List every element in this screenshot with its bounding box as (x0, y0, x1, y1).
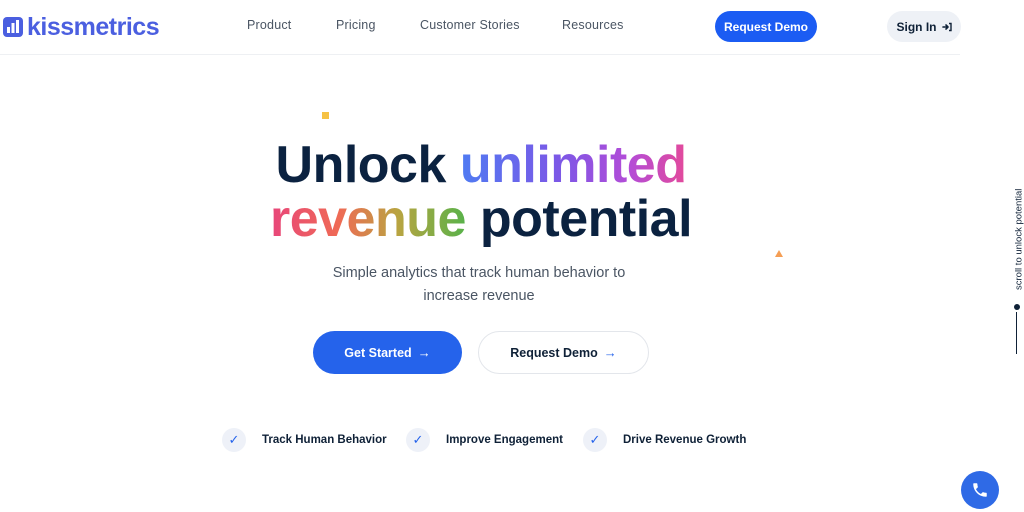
feature-track-human-behavior: ✓ Track Human Behavior (222, 428, 387, 452)
hero-subtitle-line-2: increase revenue (423, 288, 535, 304)
nav-link-pricing[interactable]: Pricing (336, 18, 376, 32)
scroll-indicator-line (1016, 312, 1017, 354)
scroll-hint[interactable]: scroll to unlock potential (1012, 180, 1024, 298)
sign-in-button[interactable]: Sign In (887, 11, 961, 42)
hero-subtitle-line-1: Simple analytics that track human behavi… (332, 265, 626, 281)
brand-logo[interactable]: kissmetrics (3, 12, 160, 42)
hero-request-demo-button[interactable]: Request Demo → (478, 331, 649, 374)
get-started-button[interactable]: Get Started → (313, 331, 462, 374)
hero-title-potential: potential (479, 190, 693, 248)
request-demo-button[interactable]: Request Demo (715, 11, 817, 42)
nav-link-resources[interactable]: Resources (562, 18, 624, 32)
hero-request-demo-label: Request Demo (510, 345, 598, 360)
decorative-triangle (775, 250, 783, 257)
brand-name: kissmetrics (27, 12, 160, 41)
feature-improve-engagement: ✓ Improve Engagement (406, 428, 563, 452)
hero-title-unlock: Unlock (275, 136, 447, 194)
hero-title-unlimited: unlimited (459, 136, 687, 194)
hero-title-revenue: revenue (269, 190, 466, 248)
request-demo-label: Request Demo (723, 19, 809, 34)
arrow-right-icon: → (417, 345, 431, 360)
arrow-right-icon: → (603, 345, 617, 360)
check-icon: ✓ (583, 428, 607, 452)
feature-label: Improve Engagement (446, 434, 563, 446)
hero-subtitle: Simple analytics that track human behavi… (300, 262, 658, 308)
phone-call-button[interactable] (961, 471, 999, 509)
decorative-square (322, 112, 329, 119)
feature-drive-revenue-growth: ✓ Drive Revenue Growth (583, 428, 746, 452)
nav-link-customer-stories[interactable]: Customer Stories (420, 18, 520, 32)
nav-link-product[interactable]: Product (247, 18, 291, 32)
check-icon: ✓ (406, 428, 430, 452)
sign-in-label: Sign In (896, 19, 937, 34)
feature-label: Drive Revenue Growth (623, 434, 747, 446)
hero-title-line-2: revenue potential (0, 191, 962, 247)
hero-title-line-1: Unlock unlimited (0, 137, 962, 193)
phone-icon (973, 483, 987, 497)
sign-in-icon (941, 22, 952, 31)
feature-label: Track Human Behavior (262, 434, 387, 446)
bar-chart-icon (3, 17, 23, 37)
check-icon: ✓ (222, 428, 246, 452)
scroll-indicator-dot (1014, 304, 1020, 310)
site-header: kissmetrics Product Pricing Customer Sto… (0, 0, 961, 55)
get-started-label: Get Started (344, 345, 412, 360)
